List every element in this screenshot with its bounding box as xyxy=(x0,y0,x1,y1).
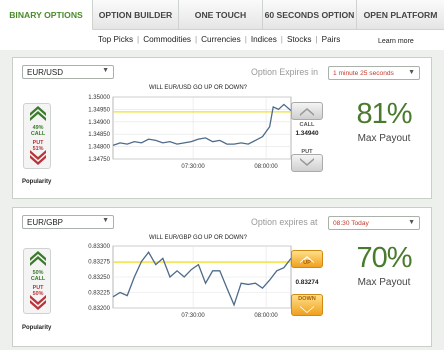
asset-select-value: EUR/USD xyxy=(27,68,64,77)
expiry-select[interactable]: 1 minute 25 seconds ▼ xyxy=(328,66,420,80)
put-percent: 51% xyxy=(32,146,44,152)
down-button-label: DOWN xyxy=(298,296,316,302)
nav-link-top-picks[interactable]: Top Picks xyxy=(98,35,133,44)
popularity-label: Popularity xyxy=(22,325,52,331)
y-tick-label: 1.34800 xyxy=(88,145,110,151)
up-button-label: UP xyxy=(303,260,311,266)
expires-label: Option expires at xyxy=(251,217,318,227)
call-button[interactable] xyxy=(291,102,323,120)
y-tick-label: 0.83200 xyxy=(88,306,110,312)
down-arrow-icon xyxy=(300,158,314,166)
product-tabs: BINARY OPTIONS OPTION BUILDER ONE TOUCH … xyxy=(0,0,444,31)
tab-option-builder[interactable]: OPTION BUILDER xyxy=(93,0,179,30)
put-percent: 50% xyxy=(32,291,44,297)
x-tick-label: 07:30:00 xyxy=(181,313,205,319)
nav-link-currencies[interactable]: Currencies xyxy=(201,35,241,44)
popularity-label: Popularity xyxy=(22,179,52,185)
chevron-down-icon: ▼ xyxy=(408,219,415,226)
y-tick-label: 0.83225 xyxy=(88,291,110,297)
y-tick-label: 1.34850 xyxy=(88,132,110,138)
price-chart: 0.83300 0.83275 0.83250 0.83225 0.83200 07:30… xyxy=(88,244,292,319)
payout-percent: 81% xyxy=(356,98,412,130)
x-tick-label: 08:00:00 xyxy=(254,164,278,170)
expiry-select[interactable]: 08:30 Today ▼ xyxy=(328,216,420,230)
price-chart: 1.35000 1.34950 1.34900 1.34850 1.34800 1.347… xyxy=(88,95,292,170)
popularity-arrows-icon xyxy=(30,106,46,165)
call-label: CALL xyxy=(30,276,46,282)
put-button[interactable] xyxy=(291,154,323,172)
learn-more-link[interactable]: Learn more xyxy=(378,38,414,45)
nav-link-pairs[interactable]: Pairs xyxy=(322,35,341,44)
expiry-select-value: 08:30 Today xyxy=(333,220,369,227)
popularity-meter: 50% CALL PUT 50% xyxy=(23,248,51,314)
nav-link-indices[interactable]: Indices xyxy=(251,35,277,44)
call-button-label: CALL xyxy=(299,122,315,128)
down-arrow-icon xyxy=(300,306,314,313)
nav-link-commodities[interactable]: Commodities xyxy=(143,35,191,44)
y-tick-label: 0.83300 xyxy=(88,244,110,250)
tab-one-touch[interactable]: ONE TOUCH xyxy=(179,0,263,30)
chevron-down-icon: ▼ xyxy=(102,67,109,74)
y-tick-label: 1.35000 xyxy=(88,95,110,101)
chevron-down-icon: ▼ xyxy=(102,217,109,224)
nav-link-stocks[interactable]: Stocks xyxy=(287,35,312,44)
payout-percent: 70% xyxy=(356,242,412,274)
y-tick-label: 0.83250 xyxy=(88,275,110,281)
y-tick-label: 1.34750 xyxy=(88,157,110,163)
plot-area xyxy=(112,96,292,160)
chart-question: WILL EUR/USD GO UP OR DOWN? xyxy=(148,85,247,91)
current-rate: 0.83274 xyxy=(295,279,319,286)
up-arrow-icon xyxy=(300,108,314,116)
tab-open-platform[interactable]: OPEN PLATFORM xyxy=(357,0,444,30)
payout-label: Max Payout xyxy=(357,133,411,144)
x-tick-label: 08:00:00 xyxy=(254,313,278,319)
option-panel-eurgbp: EUR/GBP ▼ Option expires at 08:30 Today ▼ … xyxy=(12,207,432,347)
tab-60-seconds-option[interactable]: 60 SECONDS OPTION xyxy=(263,0,357,30)
y-tick-label: 1.34950 xyxy=(88,107,110,113)
chevron-down-icon: ▼ xyxy=(408,69,415,76)
expires-label: Option Expires in xyxy=(251,67,318,77)
asset-select[interactable]: EUR/USD ▼ xyxy=(22,65,114,79)
y-tick-label: 1.34900 xyxy=(88,120,110,126)
current-rate: 1.34940 xyxy=(295,130,319,137)
chart-question: WILL EUR/GBP GO UP OR DOWN? xyxy=(149,235,247,241)
asset-select[interactable]: EUR/GBP ▼ xyxy=(22,215,114,229)
x-tick-label: 07:30:00 xyxy=(181,164,205,170)
call-label: CALL xyxy=(30,131,46,137)
payout-label: Max Payout xyxy=(357,277,411,288)
popularity-meter: 49% CALL PUT 51% xyxy=(23,103,51,169)
expiry-select-value: 1 minute 25 seconds xyxy=(333,70,394,77)
asset-select-value: EUR/GBP xyxy=(27,218,64,227)
category-nav: Top Picks | Commodities | Currencies | Indi… xyxy=(0,30,444,50)
popularity-arrows-icon xyxy=(30,251,46,310)
tab-binary-options[interactable]: BINARY OPTIONS xyxy=(0,0,93,31)
option-panel-eurusd: EUR/USD ▼ Option Expires in 1 minute 25 s… xyxy=(12,57,432,199)
y-tick-label: 0.83275 xyxy=(88,260,110,266)
